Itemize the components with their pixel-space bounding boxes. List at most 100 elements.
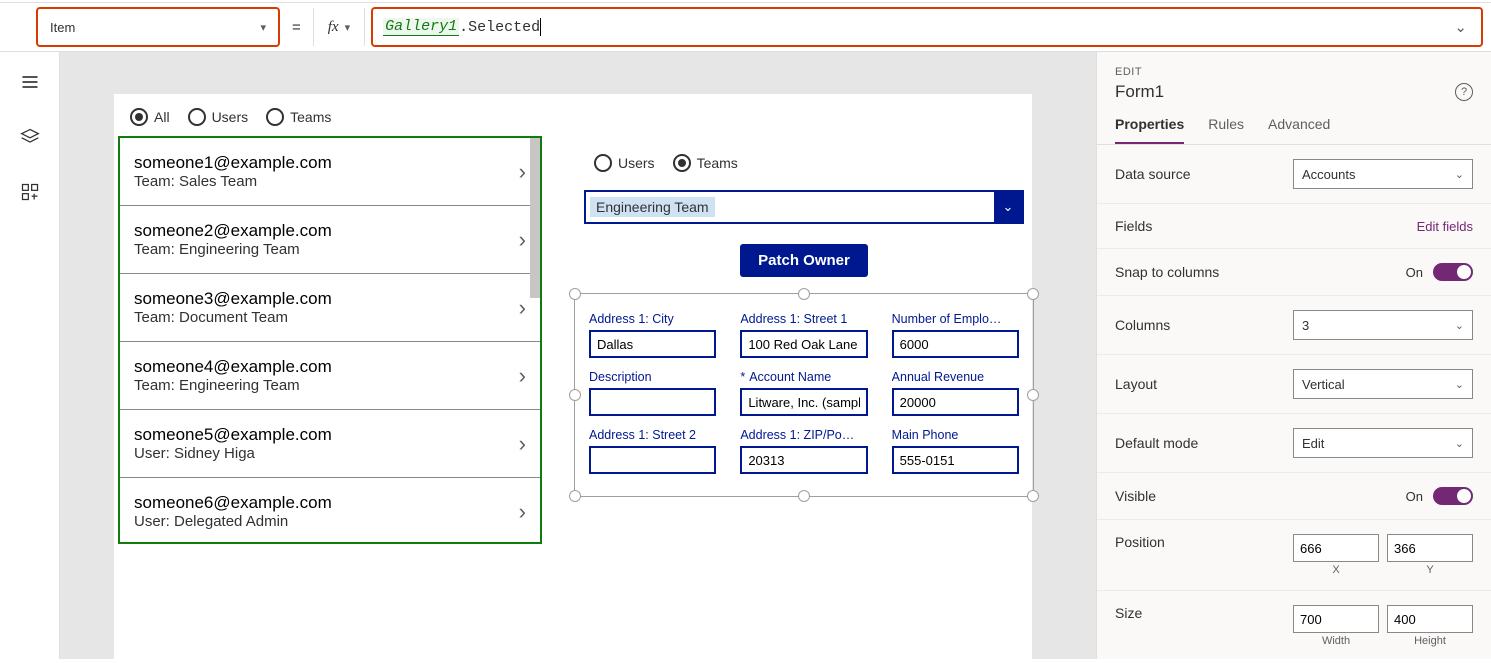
field-input[interactable] [589,388,716,416]
radio-users[interactable]: Users [188,108,249,126]
property-selector-label: Item [50,20,75,35]
chevron-down-icon[interactable]: ⌄ [994,192,1022,222]
prop-visible-label: Visible [1115,488,1156,504]
gallery-filter-radios: All Users Teams [114,108,1032,126]
gallery-item-subtitle: Team: Engineering Team [134,241,332,258]
gallery-item[interactable]: someone2@example.comTeam: Engineering Te… [120,206,540,274]
chevron-right-icon: › [519,159,526,185]
formula-bar: Item ▾ = fx ▾ Gallery1.Selected ⌄ [0,2,1491,52]
size-height-input[interactable] [1387,605,1473,633]
gallery-item-subtitle: User: Delegated Admin [134,513,332,530]
gallery-item-title: someone4@example.com [134,357,332,377]
gallery-item-title: someone5@example.com [134,425,332,445]
field-input[interactable] [589,446,716,474]
form-field: *Account Name [740,370,867,416]
owner-type-radios: Users Teams [574,154,1034,172]
size-width-input[interactable] [1293,605,1379,633]
form-field: Address 1: Street 1 [740,312,867,358]
chevron-down-icon: ▾ [260,21,266,34]
fx-indicator[interactable]: fx ▾ [313,8,365,46]
formula-token-reference: Gallery1 [383,18,459,36]
form-field: Main Phone [892,428,1019,474]
data-source-select[interactable]: Accounts⌄ [1293,159,1473,189]
radio-teams[interactable]: Teams [266,108,331,126]
field-input[interactable] [892,388,1019,416]
layers-icon[interactable] [20,127,40,150]
chevron-right-icon: › [519,363,526,389]
selection-handle[interactable] [1027,490,1039,502]
prop-size-label: Size [1115,605,1142,621]
gallery-item-subtitle: Team: Document Team [134,309,332,326]
gallery-item[interactable]: someone4@example.comTeam: Engineering Te… [120,342,540,410]
layout-select[interactable]: Vertical⌄ [1293,369,1473,399]
patch-owner-button[interactable]: Patch Owner [740,244,868,277]
edit-form-control[interactable]: Address 1: CityAddress 1: Street 1Number… [574,293,1034,497]
default-mode-select[interactable]: Edit⌄ [1293,428,1473,458]
visible-toggle[interactable] [1433,487,1473,505]
selection-handle[interactable] [1027,389,1039,401]
selection-handle[interactable] [798,288,810,300]
properties-panel: EDIT Form1 ? Properties Rules Advanced D… [1096,52,1491,659]
help-icon[interactable]: ? [1455,83,1473,101]
canvas-area[interactable]: All Users Teams someone1@example.comTeam… [60,52,1096,659]
edit-fields-link[interactable]: Edit fields [1417,219,1473,234]
tab-advanced[interactable]: Advanced [1268,116,1330,144]
gallery-item[interactable]: someone3@example.comTeam: Document Team› [120,274,540,342]
selection-handle[interactable] [1027,288,1039,300]
snap-toggle[interactable] [1433,263,1473,281]
selected-control-name: Form1 [1115,82,1164,102]
field-input[interactable] [892,446,1019,474]
chevron-down-icon: ⌄ [1455,319,1464,332]
fx-label: fx [328,19,339,36]
combobox-value: Engineering Team [590,197,715,217]
position-y-input[interactable] [1387,534,1473,562]
form-field: Address 1: Street 2 [589,428,716,474]
prop-columns-label: Columns [1115,317,1170,333]
gallery-item[interactable]: someone1@example.comTeam: Sales Team› [120,138,540,206]
tab-rules[interactable]: Rules [1208,116,1244,144]
selection-handle[interactable] [569,490,581,502]
radio-teams-detail[interactable]: Teams [673,154,738,172]
formula-input[interactable]: Gallery1.Selected ⌄ [371,7,1483,47]
field-label: Annual Revenue [892,370,1019,384]
panel-eyebrow: EDIT [1115,66,1473,78]
field-input[interactable] [740,330,867,358]
prop-position-label: Position [1115,534,1165,550]
gallery-item[interactable]: someone5@example.comUser: Sidney Higa› [120,410,540,478]
tab-properties[interactable]: Properties [1115,116,1184,144]
equals-sign: = [292,19,301,36]
gallery-item-title: someone3@example.com [134,289,332,309]
field-label: Address 1: City [589,312,716,326]
radio-all[interactable]: All [130,108,170,126]
field-input[interactable] [892,330,1019,358]
chevron-down-icon: ⌄ [1455,437,1464,450]
gallery-item-subtitle: Team: Engineering Team [134,377,332,394]
chevron-down-icon: ⌄ [1455,378,1464,391]
prop-default-mode-label: Default mode [1115,435,1198,451]
team-combobox[interactable]: Engineering Team ⌄ [584,190,1024,224]
properties-tabs: Properties Rules Advanced [1097,116,1491,145]
selection-handle[interactable] [798,490,810,502]
gallery-scrollbar[interactable] [530,138,540,298]
form-field: Address 1: ZIP/Po… [740,428,867,474]
columns-select[interactable]: 3⌄ [1293,310,1473,340]
detail-panel: Users Teams Engineering Team ⌄ Patch Own… [574,154,1034,497]
field-label: Description [589,370,716,384]
expand-formula-bar[interactable]: ⌄ [1454,18,1471,37]
selection-handle[interactable] [569,288,581,300]
gallery-item-subtitle: Team: Sales Team [134,173,332,190]
selection-handle[interactable] [569,389,581,401]
gallery-item[interactable]: someone6@example.comUser: Delegated Admi… [120,478,540,544]
property-selector[interactable]: Item ▾ [36,7,280,47]
prop-data-source-label: Data source [1115,166,1190,182]
hamburger-icon[interactable] [20,72,40,95]
field-input[interactable] [589,330,716,358]
field-label: Address 1: Street 1 [740,312,867,326]
field-input[interactable] [740,388,867,416]
position-x-input[interactable] [1293,534,1379,562]
radio-users-detail[interactable]: Users [594,154,655,172]
apps-icon[interactable] [20,182,40,205]
field-input[interactable] [740,446,867,474]
gallery-control[interactable]: someone1@example.comTeam: Sales Team›som… [118,136,542,544]
field-label: Main Phone [892,428,1019,442]
